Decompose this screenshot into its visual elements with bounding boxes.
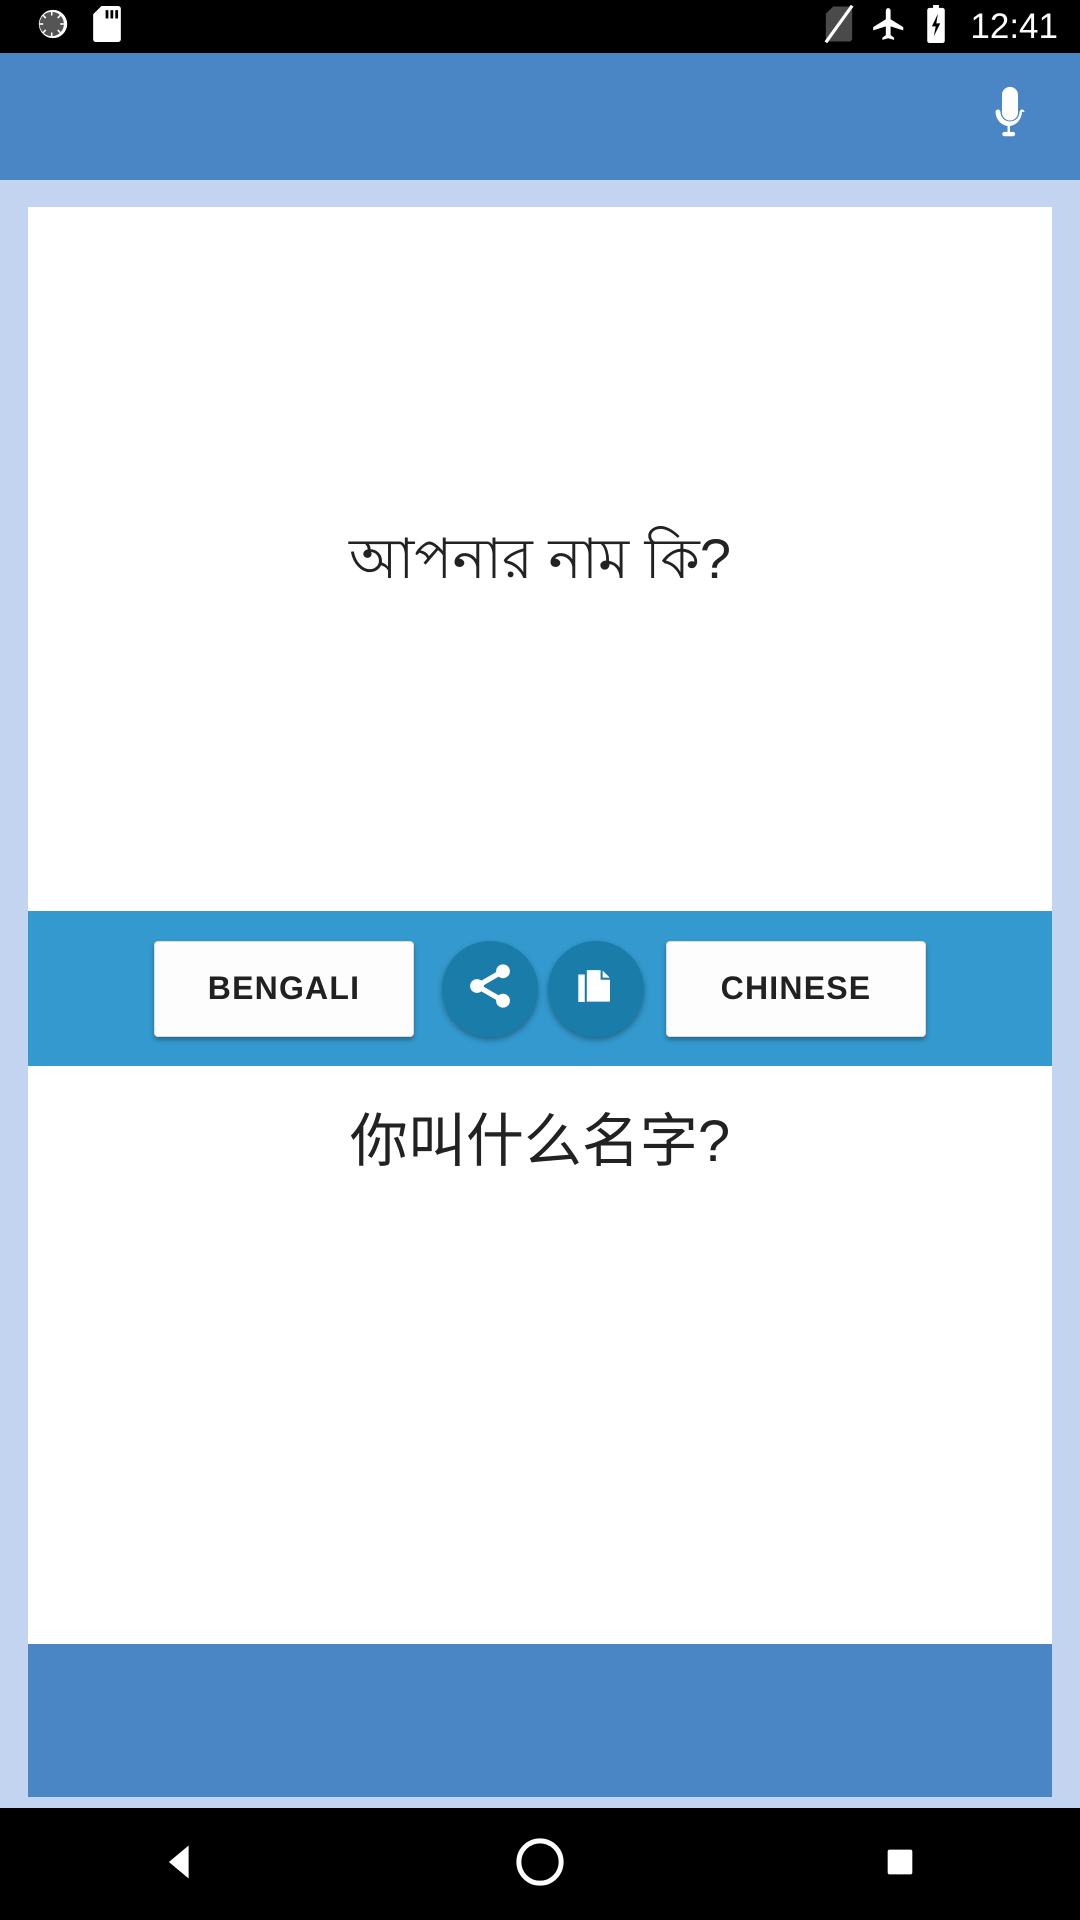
sd-card-icon xyxy=(92,6,122,47)
status-bar: 12:41 xyxy=(0,0,1080,53)
source-text-panel[interactable]: আপনার নাম কি? xyxy=(28,207,1052,911)
copy-icon xyxy=(571,961,621,1016)
phone-screen: 12:41 আপনার নাম কি? BENGALI CHINESE 你叫什么… xyxy=(0,0,1080,1920)
target-text-panel[interactable]: 你叫什么名字? xyxy=(28,1066,1052,1644)
nav-back-button[interactable] xyxy=(105,1808,255,1920)
home-circle-icon xyxy=(513,1835,567,1894)
status-bar-clock: 12:41 xyxy=(970,7,1058,46)
source-text: আপনার নাম কি? xyxy=(348,527,732,591)
copy-button[interactable] xyxy=(548,940,644,1037)
share-button[interactable] xyxy=(442,940,538,1037)
action-toolbar: BENGALI CHINESE xyxy=(28,911,1052,1066)
no-sim-icon xyxy=(824,4,854,48)
target-language-button[interactable]: CHINESE xyxy=(666,940,926,1037)
nav-home-button[interactable] xyxy=(465,1808,615,1920)
navigation-bar xyxy=(0,1808,1080,1920)
app-bar xyxy=(0,53,1080,180)
recents-square-icon xyxy=(880,1842,920,1887)
sync-loading-icon xyxy=(36,7,70,46)
bottom-banner-panel[interactable] xyxy=(28,1644,1052,1797)
back-triangle-icon xyxy=(157,1839,203,1890)
share-icon xyxy=(464,960,516,1017)
microphone-icon xyxy=(979,83,1041,150)
nav-recents-button[interactable] xyxy=(825,1808,975,1920)
battery-charging-icon xyxy=(924,5,948,48)
target-text: 你叫什么名字? xyxy=(349,1109,731,1174)
source-language-button[interactable]: BENGALI xyxy=(154,940,414,1037)
page-body: আপনার নাম কি? BENGALI CHINESE 你叫什么名字? xyxy=(0,180,1080,1808)
status-bar-left-icons xyxy=(36,6,122,47)
status-bar-right-icons: 12:41 xyxy=(824,4,1058,48)
voice-input-button[interactable] xyxy=(962,69,1058,165)
airplane-mode-icon xyxy=(870,5,908,48)
